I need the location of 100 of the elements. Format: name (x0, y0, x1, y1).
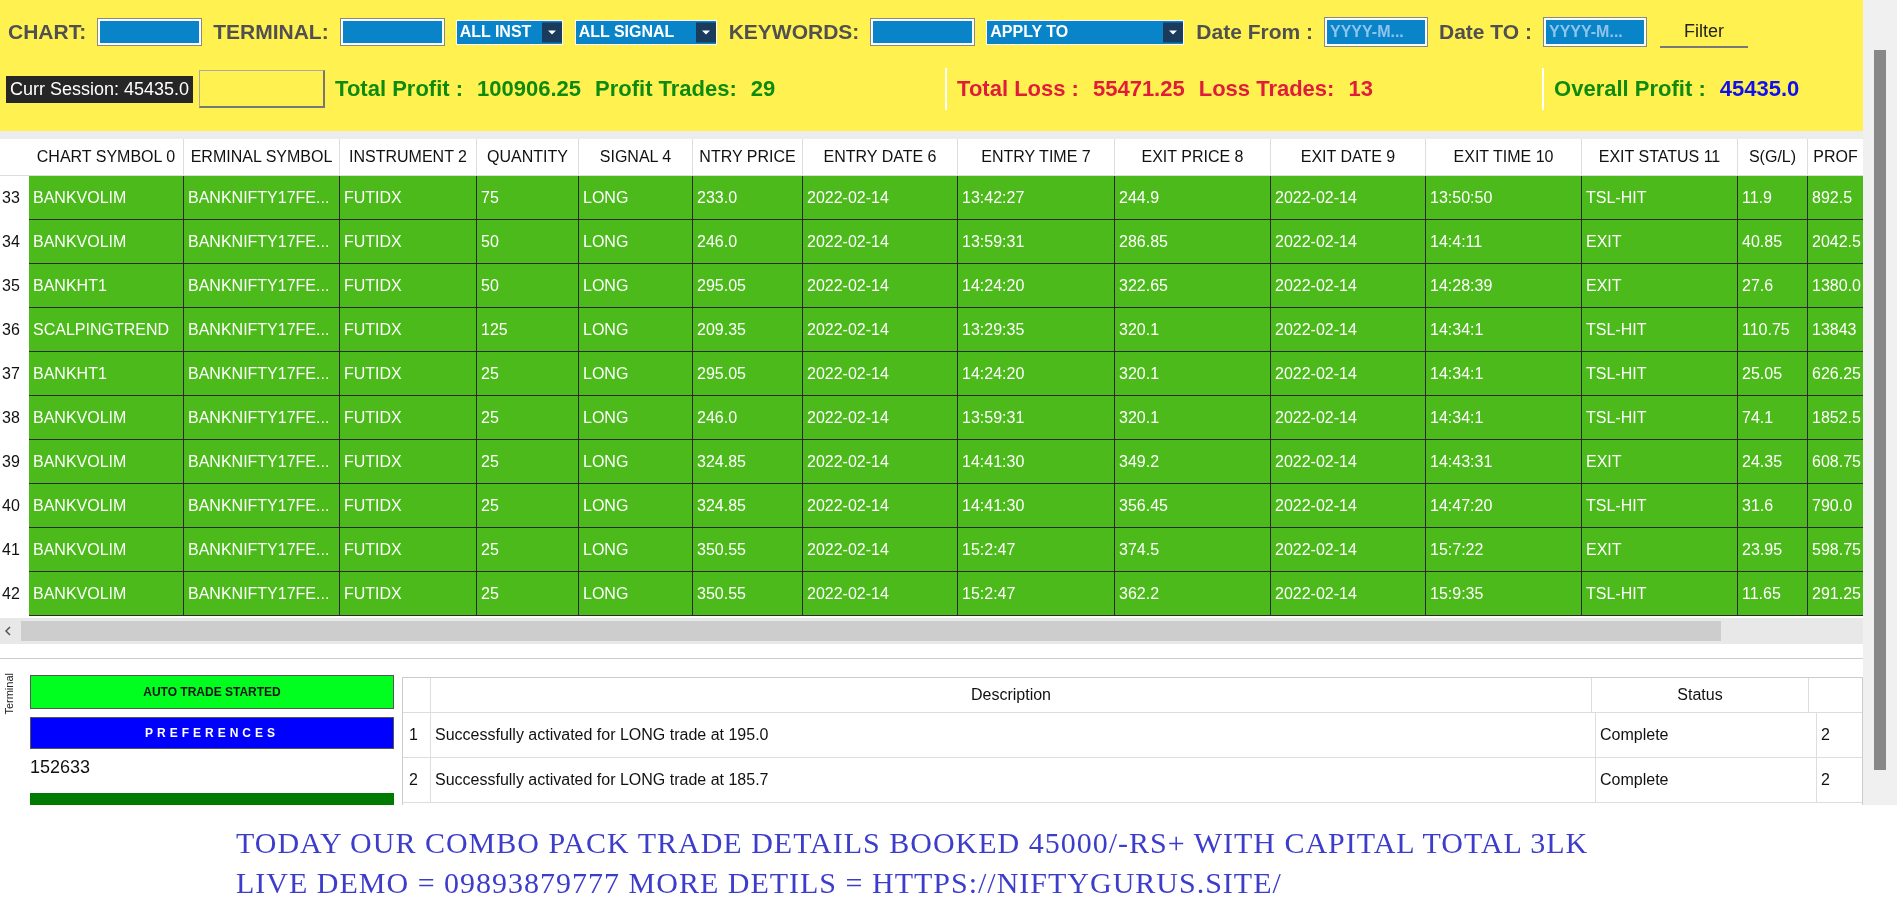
table-cell: 14:41:30 (958, 440, 1115, 484)
table-cell: 2022-02-14 (803, 220, 958, 264)
column-header[interactable]: EXIT TIME 10 (1426, 139, 1582, 175)
caret-icon (541, 20, 562, 44)
column-header[interactable]: NTRY PRICE (693, 139, 803, 175)
table-cell: BANKVOLIM (29, 220, 184, 264)
vertical-scrollbar[interactable] (1863, 0, 1897, 805)
caret-icon (1163, 20, 1184, 44)
table-cell: FUTIDX (340, 264, 477, 308)
table-cell: 246.0 (693, 396, 803, 440)
table-cell: 2022-02-14 (803, 264, 958, 308)
table-cell: EXIT (1582, 528, 1738, 572)
table-cell: FUTIDX (340, 308, 477, 352)
preferences-button[interactable]: PREFERENCES (30, 717, 394, 749)
table-cell: 320.1 (1115, 396, 1271, 440)
table-cell: 374.5 (1115, 528, 1271, 572)
table-cell: BANKNIFTY17FE... (184, 528, 340, 572)
column-header[interactable]: EXIT PRICE 8 (1115, 139, 1271, 175)
input-field[interactable] (199, 70, 326, 108)
table-cell: 13:29:35 (958, 308, 1115, 352)
table-cell: 14:24:20 (958, 264, 1115, 308)
table-cell: 324.85 (693, 440, 803, 484)
table-cell: 350.55 (693, 572, 803, 616)
table-cell: BANKHT1 (29, 264, 184, 308)
table-cell: 2022-02-14 (1271, 220, 1426, 264)
table-cell: 25 (477, 352, 579, 396)
horizontal-scrollbar[interactable] (0, 618, 1863, 644)
column-header[interactable]: EXIT STATUS 11 (1582, 139, 1738, 175)
table-cell: 320.1 (1115, 352, 1271, 396)
log-message: Successfully activated for LONG trade at 185.7 (431, 758, 1596, 802)
scroll-left-icon[interactable] (3, 626, 13, 636)
table-cell: LONG (579, 264, 693, 308)
table-cell: BANKNIFTY17FE... (184, 352, 340, 396)
table-cell: 50 (477, 264, 579, 308)
stat-value: 100906.25 (477, 76, 582, 102)
column-header[interactable]: SIGNAL 4 (579, 139, 693, 175)
table-cell: 2022-02-14 (1271, 176, 1426, 220)
table-cell: 608.75 (1808, 440, 1864, 484)
column-header[interactable]: EXIT DATE 9 (1271, 139, 1426, 175)
column-header[interactable]: ENTRY DATE 6 (803, 139, 958, 175)
table-cell: 11.65 (1738, 572, 1808, 616)
table-cell: 324.85 (693, 484, 803, 528)
column-header[interactable]: INSTRUMENT 2 (340, 139, 477, 175)
date-field[interactable]: YYYY-M... (1325, 18, 1427, 46)
table-cell: LONG (579, 220, 693, 264)
table-cell: 356.45 (1115, 484, 1271, 528)
table-cell: LONG (579, 484, 693, 528)
table-cell: 13:42:27 (958, 176, 1115, 220)
log-message: Successfully activated for LONG trade at 195.0 (431, 713, 1596, 757)
table-cell: 598.75 (1808, 528, 1864, 572)
session-label: Curr Session: 45435.0 (6, 75, 194, 103)
date-field[interactable]: YYYY-M... (1543, 18, 1646, 46)
table-cell: 14:28:39 (1426, 264, 1582, 308)
table-cell: 13:50:50 (1426, 176, 1582, 220)
stat-label: Profit Trades: (595, 76, 737, 102)
caption-text: LIVE DEMO = 09893879777 MORE DETILS = HTTPS://NIFTYGURUS.SITE/ (236, 865, 1283, 901)
table-cell: 25 (477, 440, 579, 484)
table-cell: 25 (477, 528, 579, 572)
table-cell: 233.0 (693, 176, 803, 220)
table-cell: 75 (477, 176, 579, 220)
table-cell: FUTIDX (340, 572, 477, 616)
stat-value: 13 (1348, 76, 1373, 102)
table-cell: BANKHT1 (29, 352, 184, 396)
table-cell: 31.6 (1738, 484, 1808, 528)
table-cell: SCALPINGTREND (29, 308, 184, 352)
column-header[interactable]: CHART SYMBOL 0 (29, 139, 184, 175)
dropdown[interactable]: APPLY TO (986, 19, 1185, 45)
table-cell: 27.6 (1738, 264, 1808, 308)
column-header[interactable]: ENTRY TIME 7 (958, 139, 1115, 175)
filter-label: Date TO : (1439, 20, 1532, 44)
table-cell: 40.85 (1738, 220, 1808, 264)
row-number: 1 (403, 713, 431, 757)
table-cell: 2022-02-14 (803, 352, 958, 396)
caret-icon (695, 20, 716, 44)
filter-label: CHART: (8, 20, 87, 44)
table-cell: TSL-HIT (1582, 308, 1738, 352)
table-cell: LONG (579, 528, 693, 572)
table-cell: 322.65 (1115, 264, 1271, 308)
table-cell: TSL-HIT (1582, 484, 1738, 528)
table-cell: BANKNIFTY17FE... (184, 220, 340, 264)
table-cell: BANKVOLIM (29, 572, 184, 616)
column-header[interactable]: Description (431, 678, 1592, 712)
filter-label: KEYWORDS: (728, 20, 860, 44)
table-cell: 349.2 (1115, 440, 1271, 484)
dropdown[interactable]: ALL INST (455, 19, 563, 45)
table-cell: 350.55 (693, 528, 803, 572)
status-button[interactable]: AUTO TRADE STARTED (30, 675, 394, 709)
value-text: 152633 (30, 757, 92, 779)
column-header[interactable]: Status (1592, 678, 1809, 712)
table-cell: BANKVOLIM (29, 396, 184, 440)
column-header[interactable]: ERMINAL SYMBOL (184, 139, 340, 175)
column-header[interactable]: QUANTITY (477, 139, 579, 175)
table-cell: TSL-HIT (1582, 176, 1738, 220)
dropdown[interactable]: ALL SIGNAL (574, 19, 717, 45)
terminal-tab[interactable]: Terminal (0, 669, 18, 719)
table-cell: BANKNIFTY17FE... (184, 176, 340, 220)
row-number: 2 (403, 758, 431, 802)
table-cell: BANKVOLIM (29, 528, 184, 572)
column-header[interactable]: S(G/L) (1738, 139, 1808, 175)
status-text: Complete (1596, 758, 1817, 802)
